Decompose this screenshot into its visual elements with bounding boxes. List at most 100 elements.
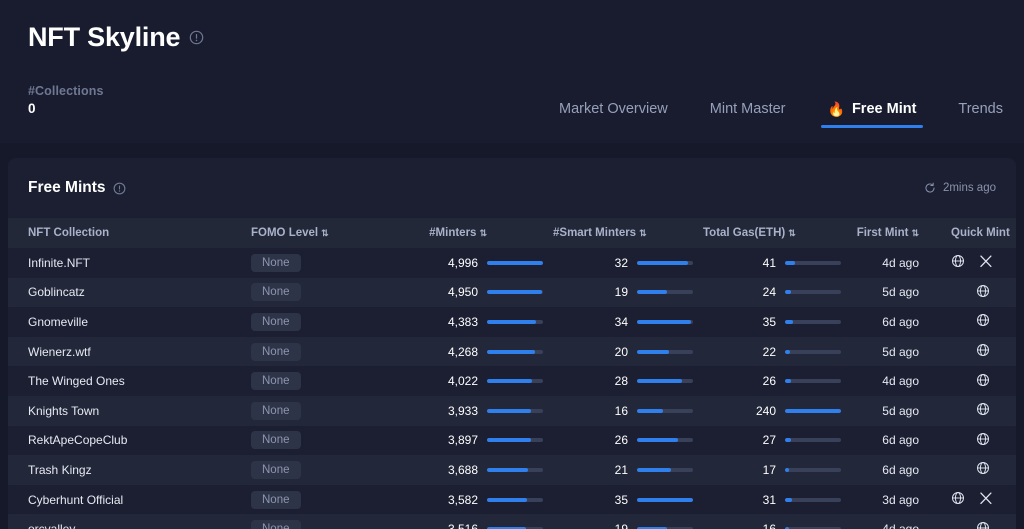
x-twitter-icon[interactable] <box>979 491 993 505</box>
cell-first-mint: 5d ago <box>882 403 919 418</box>
cell-collection-name[interactable]: Knights Town <box>8 396 233 426</box>
cell-quick-mint <box>951 307 1016 337</box>
info-circle-icon[interactable] <box>113 182 126 195</box>
column-header-minters[interactable]: #Minters ⇅ <box>418 218 553 248</box>
total-gas-value: 31 <box>762 492 776 507</box>
table-row[interactable]: Trash Kingz None 3,688 21 17 6d ago <box>8 455 1016 485</box>
cell-collection-name[interactable]: Cyberhunt Official <box>8 485 233 515</box>
table-row[interactable]: orcvalley None 3,516 19 16 4d ago <box>8 514 1016 529</box>
refresh-icon[interactable] <box>924 182 936 194</box>
table-row[interactable]: Infinite.NFT None 4,996 32 41 4d ago <box>8 248 1016 278</box>
total-gas-value: 17 <box>762 462 776 477</box>
total-gas-bar <box>785 260 841 265</box>
globe-icon[interactable] <box>976 432 990 446</box>
cell-first-mint: 4d ago <box>882 374 919 389</box>
minters-value: 3,688 <box>447 462 478 477</box>
cell-first-mint: 4d ago <box>851 514 951 529</box>
minters-bar <box>487 379 543 384</box>
minters-bar <box>487 467 543 472</box>
cell-quick-mint <box>951 514 1016 529</box>
table-row[interactable]: Goblincatz None 4,950 19 24 5d ago <box>8 277 1016 308</box>
tab-mint-master[interactable]: Mint Master <box>689 101 807 128</box>
cell-quick-mint <box>951 366 1016 396</box>
info-circle-icon[interactable] <box>189 30 204 45</box>
minters-value: 3,516 <box>448 522 478 529</box>
cell-total-gas: 31 <box>703 485 851 515</box>
smart-minters-value: 20 <box>614 344 628 359</box>
cell-minters: 3,897 <box>418 426 553 456</box>
smart-minters-bar <box>637 379 693 384</box>
table-row[interactable]: Cyberhunt Official None 3,582 35 31 3d ago <box>8 484 1016 515</box>
smart-minters-value: 32 <box>614 255 628 270</box>
cell-minters: 3,516 <box>418 514 553 529</box>
tab-market-overview[interactable]: Market Overview <box>538 101 689 128</box>
cell-smart-minters: 32 <box>553 248 703 278</box>
cell-collection-name[interactable]: orcvalley <box>8 514 233 529</box>
column-header-quick-mint: Quick Mint <box>951 218 1016 248</box>
globe-icon[interactable] <box>976 373 990 387</box>
sort-icon[interactable]: ⇅ <box>639 228 647 238</box>
smart-minters-bar <box>637 408 693 413</box>
total-gas-value: 16 <box>763 522 776 529</box>
tab-label: Market Overview <box>558 101 668 117</box>
tab-free-mint[interactable]: 🔥 Free Mint <box>807 101 938 128</box>
smart-minters-value: 26 <box>614 433 628 448</box>
smart-minters-value: 34 <box>614 314 628 329</box>
fomo-badge: None <box>251 312 301 331</box>
cell-collection-name[interactable]: The Winged Ones <box>8 366 233 396</box>
globe-icon[interactable] <box>976 284 990 298</box>
cell-first-mint: 6d ago <box>882 314 919 329</box>
sort-icon[interactable]: ⇅ <box>321 228 329 238</box>
sort-icon[interactable]: ⇅ <box>788 228 796 238</box>
cell-collection-name[interactable]: RektApeCopeClub <box>8 426 233 456</box>
cell-collection-name[interactable]: Gnomeville <box>8 307 233 337</box>
column-header-label: FOMO Level <box>251 227 319 239</box>
cell-smart-minters: 21 <box>553 455 703 485</box>
globe-icon[interactable] <box>976 402 990 416</box>
total-gas-value: 26 <box>762 374 776 389</box>
column-header-label: #Smart Minters <box>553 227 637 239</box>
total-gas-bar <box>785 408 841 413</box>
nft-skyline-dashboard: NFT Skyline #Collections 0 Market Overvi… <box>0 0 1024 529</box>
minters-value: 3,933 <box>447 403 478 418</box>
smart-minters-value: 28 <box>614 374 628 389</box>
column-header-fomo-level[interactable]: FOMO Level ⇅ <box>233 218 418 248</box>
table-row[interactable]: The Winged Ones None 4,022 28 26 4d ago <box>8 366 1016 396</box>
globe-icon[interactable] <box>951 491 965 505</box>
globe-icon[interactable] <box>976 461 990 475</box>
sort-icon[interactable]: ⇅ <box>479 228 487 238</box>
main-tabs: Market Overview Mint Master 🔥 Free Mint … <box>538 101 1024 128</box>
globe-icon[interactable] <box>976 343 990 357</box>
tab-trends[interactable]: Trends <box>937 101 1024 128</box>
cell-fomo-level: None <box>233 485 418 515</box>
cell-quick-mint <box>951 426 1016 456</box>
sort-icon[interactable]: ⇅ <box>911 228 919 238</box>
cell-fomo-level: None <box>233 455 418 485</box>
x-twitter-icon[interactable] <box>979 254 993 268</box>
column-header-total-gas[interactable]: Total Gas(ETH) ⇅ <box>703 218 851 248</box>
globe-icon[interactable] <box>976 313 990 327</box>
table-row[interactable]: Gnomeville None 4,383 34 35 6d ago <box>8 307 1016 337</box>
cell-collection-name[interactable]: Infinite.NFT <box>8 248 233 278</box>
flame-icon: 🔥 <box>827 101 845 117</box>
cell-quick-mint <box>951 485 1016 515</box>
table-row[interactable]: Wienerz.wtf None 4,268 20 22 5d ago <box>8 336 1016 367</box>
cell-collection-name[interactable]: Goblincatz <box>8 278 233 308</box>
minters-bar <box>487 260 543 265</box>
cell-smart-minters: 28 <box>553 366 703 396</box>
cell-quick-mint <box>951 337 1016 367</box>
refresh-status[interactable]: 2mins ago <box>924 182 996 194</box>
cell-first-mint: 3d ago <box>882 492 919 507</box>
table-row[interactable]: Knights Town None 3,933 16 240 5d ago <box>8 395 1016 426</box>
smart-minters-bar <box>637 497 693 502</box>
globe-icon[interactable] <box>976 521 990 529</box>
fomo-badge: None <box>251 520 301 529</box>
globe-icon[interactable] <box>951 254 965 268</box>
fomo-badge: None <box>251 253 301 272</box>
column-header-first-mint[interactable]: First Mint ⇅ <box>851 218 951 248</box>
cell-collection-name[interactable]: Wienerz.wtf <box>8 337 233 367</box>
table-row[interactable]: RektApeCopeClub None 3,897 26 27 6d ago <box>8 425 1016 456</box>
column-header-smart-minters[interactable]: #Smart Minters ⇅ <box>553 218 703 248</box>
cell-fomo-level: None <box>233 278 418 308</box>
cell-collection-name[interactable]: Trash Kingz <box>8 455 233 485</box>
